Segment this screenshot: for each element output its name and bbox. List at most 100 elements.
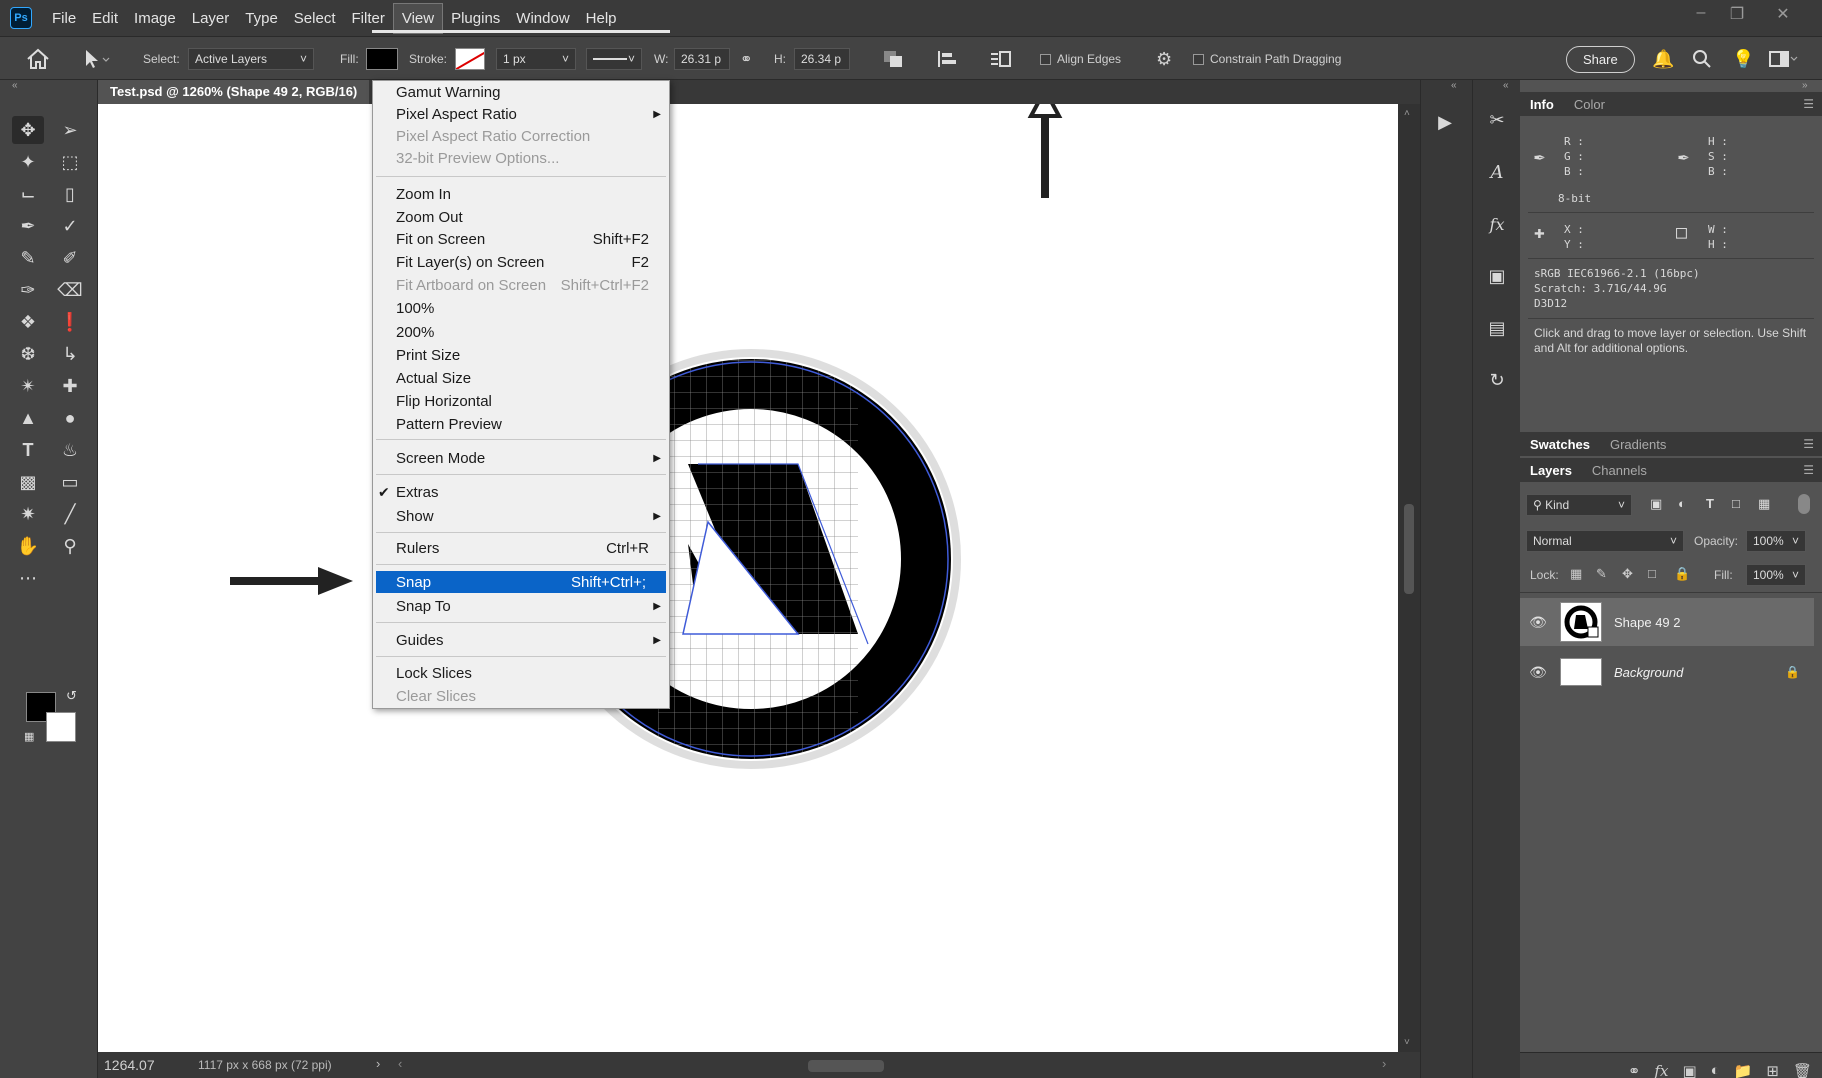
panel-menu-icon[interactable]: ☰ [1803,437,1814,451]
delete-layer-icon[interactable]: 🗑 [1793,1062,1812,1078]
home-icon[interactable] [26,37,50,81]
notifications-bell-icon[interactable]: 🔔 [1652,37,1674,81]
eyedropper-tool-icon[interactable]: ✒ [12,212,44,240]
menu-item-zoom-out[interactable]: Zoom Out [373,206,669,228]
lock-position-icon[interactable]: ✥ [1622,566,1633,582]
pencil-tool-icon[interactable]: ✎ [12,244,44,272]
opacity-field[interactable]: 100% ˅ [1746,530,1806,552]
menu-item-extras[interactable]: ✔ Extras [373,481,669,503]
zoom-tool-icon[interactable]: ⚲ [54,532,86,560]
menu-item-200-percent[interactable]: 200% [373,321,669,343]
history-icon[interactable]: ↻ [1481,364,1513,396]
libraries-icon[interactable]: ▣ [1481,260,1513,292]
scroll-up-icon[interactable]: ˄ [1404,108,1410,119]
zoom-level[interactable]: 1264.07 [104,1057,155,1073]
menu-layer[interactable]: Layer [184,4,238,33]
move-tool-preset-icon[interactable] [82,37,112,81]
direct-select-tool-icon[interactable]: ➢ [54,116,86,144]
menu-item-pixel-aspect-ratio[interactable]: Pixel Aspect Ratio ▶ [373,103,669,125]
minimize-icon[interactable]: – [1688,4,1714,26]
panel-menu-icon[interactable]: ☰ [1803,97,1814,111]
styles-fx-icon[interactable]: fx [1481,208,1513,240]
type-tool-icon[interactable]: T [12,436,44,464]
menu-plugins[interactable]: Plugins [443,4,508,33]
magic-wand-tool-icon[interactable]: ✦ [12,148,44,176]
menu-item-gamut-warning[interactable]: Gamut Warning [373,81,669,103]
menu-item-actual-size[interactable]: Actual Size [373,367,669,389]
discover-lightbulb-icon[interactable]: 💡 [1732,37,1754,81]
tab-color[interactable]: Color [1564,97,1615,112]
spot-healing-tool-icon[interactable]: ✴ [12,372,44,400]
stroke-width-field[interactable]: 1 px ˅ [496,48,576,70]
lock-image-icon[interactable]: ✎ [1596,566,1607,582]
menu-window[interactable]: Window [508,4,577,33]
constrain-path-checkbox[interactable] [1193,53,1204,65]
freeform-pen-tool-icon[interactable]: ❗ [54,308,86,336]
fill-field[interactable]: 100% ˅ [1746,564,1806,586]
tab-gradients[interactable]: Gradients [1600,437,1676,452]
eraser-tool-icon[interactable]: ⌫ [54,276,86,304]
collapse-toolbar-icon[interactable]: « [12,80,18,91]
scroll-down-icon[interactable]: ˅ [1404,1037,1410,1048]
menu-edit[interactable]: Edit [84,4,126,33]
menu-item-fit-layers[interactable]: Fit Layer(s) on Screen F2 [373,251,669,273]
paint-bucket-tool-icon[interactable]: ♨ [54,436,86,464]
menu-item-lock-slices[interactable]: Lock Slices [373,662,669,684]
filter-shape-icon[interactable]: □ [1732,496,1740,511]
rectangle-tool-icon[interactable]: ▭ [54,468,86,496]
add-mask-icon[interactable]: ▣ [1682,1062,1696,1078]
menu-item-100-percent[interactable]: 100% [373,297,669,319]
select-dropdown[interactable]: Active Layers ˅ [188,48,314,70]
link-layers-icon[interactable]: ⚭ [1628,1062,1641,1078]
puppet-warp-tool-icon[interactable]: ✷ [12,500,44,528]
line-tool-icon[interactable]: ╱ [54,500,86,528]
maximize-icon[interactable]: ❐ [1724,4,1750,26]
brush-tool-icon[interactable]: ✐ [54,244,86,272]
move-tool-icon[interactable]: ✥ [12,116,44,144]
scroll-left-icon[interactable]: ‹ [398,1056,402,1071]
add-layer-style-icon[interactable]: fx [1654,1062,1668,1078]
path-alignment-icon[interactable] [936,37,958,81]
menu-select[interactable]: Select [286,4,344,33]
canvas[interactable] [98,104,1398,1052]
layer-name[interactable]: Shape 49 2 [1614,615,1681,630]
menu-item-flip-horizontal[interactable]: Flip Horizontal [373,390,669,412]
menu-filter[interactable]: Filter [344,4,393,33]
document-tab[interactable]: Test.psd @ 1260% (Shape 49 2, RGB/16) [98,80,370,104]
blend-mode-dropdown[interactable]: Normal ˅ [1526,530,1684,552]
smudge-tool-icon[interactable]: ● [54,404,86,432]
share-button[interactable]: Share [1566,45,1635,73]
ruler-eyedropper-tool-icon[interactable]: ✓ [54,212,86,240]
menu-view[interactable]: View [392,2,444,34]
visibility-eye-icon[interactable]: 👁 [1520,614,1556,631]
menu-file[interactable]: File [44,4,84,33]
menu-item-zoom-in[interactable]: Zoom In [373,183,669,205]
convert-point-tool-icon[interactable]: ↳ [54,340,86,368]
lock-artboard-icon[interactable]: □ [1648,566,1656,581]
width-field[interactable]: 26.31 p [674,48,730,70]
stroke-type-dropdown[interactable]: ˅ [586,48,642,70]
character-icon[interactable]: A [1481,156,1513,188]
add-anchor-tool-icon[interactable]: ❆ [12,340,44,368]
filter-toggle[interactable] [1798,494,1810,514]
tab-swatches[interactable]: Swatches [1520,437,1600,452]
stroke-swatch[interactable] [455,48,485,70]
menu-type[interactable]: Type [237,4,286,33]
sharpen-tool-icon[interactable]: ▲ [12,404,44,432]
swap-colors-icon[interactable]: ↺ [66,688,77,704]
layer-row-shape[interactable]: 👁 Shape 49 2 [1520,598,1814,646]
collapse-panels-icon[interactable]: » [1802,80,1808,91]
perspective-crop-tool-icon[interactable]: ▯ [54,180,86,208]
hand-tool-icon[interactable]: ✋ [12,532,44,560]
menu-item-fit-on-screen[interactable]: Fit on Screen Shift+F2 [373,228,669,250]
tools-scissors-icon[interactable]: ✂ [1481,104,1513,136]
tab-channels[interactable]: Channels [1582,463,1657,478]
properties-icon[interactable]: ▤ [1481,312,1513,344]
history-brush-tool-icon[interactable]: ✑ [12,276,44,304]
lock-transparency-icon[interactable]: ▦ [1570,566,1582,582]
visibility-eye-icon[interactable]: 👁 [1520,664,1556,681]
collapse-strip-icon[interactable]: « [1503,80,1509,91]
scroll-right-icon[interactable]: › [1382,1056,1386,1071]
background-color[interactable] [46,712,76,742]
link-icon[interactable]: ⚭ [740,37,753,81]
